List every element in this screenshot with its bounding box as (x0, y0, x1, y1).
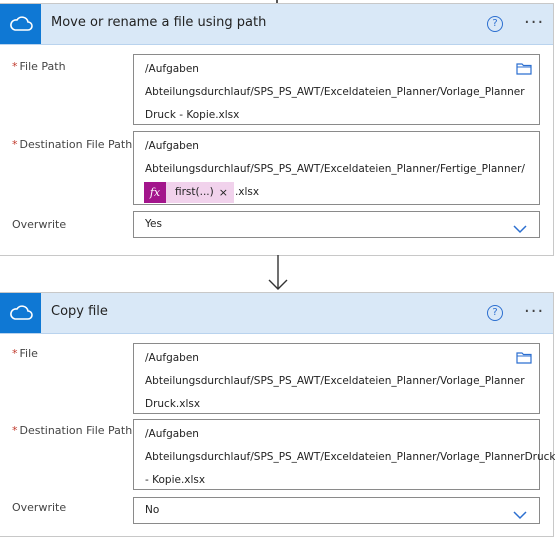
more-options-icon[interactable]: ··· (524, 301, 544, 322)
file-label: * File (12, 347, 38, 360)
overwrite-label: Overwrite (12, 501, 67, 514)
destination-path-input[interactable]: /Aufgaben Abteilungsdurchlauf/SPS_PS_AWT… (133, 419, 555, 490)
file-line: Druck.xlsx (145, 398, 201, 410)
card-title: Copy file (51, 304, 108, 319)
move-rename-card: Move or rename a file using path ? ··· *… (0, 3, 554, 256)
dest-path-line: /Aufgaben (145, 140, 199, 152)
file-path-line: Druck - Kopie.xlsx (145, 109, 240, 121)
file-line: Abteilungsdurchlauf/SPS_PS_AWT/Exceldate… (145, 375, 525, 387)
chevron-down-icon[interactable] (513, 505, 527, 530)
folder-icon[interactable] (516, 350, 532, 373)
file-path-line: /Aufgaben (145, 63, 199, 75)
onedrive-cloud-icon (0, 293, 41, 333)
file-path-label: * File Path (12, 60, 66, 73)
card-header[interactable]: Move or rename a file using path ? ··· (0, 4, 553, 45)
chevron-down-icon[interactable] (513, 219, 527, 244)
onedrive-cloud-icon (0, 4, 41, 44)
fx-icon: fx (144, 181, 166, 203)
down-arrow-icon (264, 255, 292, 295)
destination-path-label: * Destination File Path (12, 138, 133, 151)
file-path-line: Abteilungsdurchlauf/SPS_PS_AWT/Exceldate… (145, 86, 525, 98)
more-options-icon[interactable]: ··· (524, 12, 544, 33)
file-input[interactable]: /Aufgaben Abteilungsdurchlauf/SPS_PS_AWT… (133, 343, 540, 414)
destination-path-label: * Destination File Path (12, 424, 133, 437)
overwrite-label: Overwrite (12, 218, 67, 231)
folder-icon[interactable] (516, 61, 532, 84)
file-path-input[interactable]: /Aufgaben Abteilungsdurchlauf/SPS_PS_AWT… (133, 54, 540, 125)
dest-path-line: /Aufgaben (145, 428, 199, 440)
copy-file-card: Copy file ? ··· * File /Aufgaben Abteilun… (0, 292, 555, 537)
overwrite-select[interactable]: No (133, 497, 540, 524)
overwrite-value: No (145, 504, 160, 516)
file-line: /Aufgaben (145, 352, 199, 364)
token-label: first(...) (175, 185, 214, 198)
overwrite-value: Yes (145, 218, 162, 230)
help-icon[interactable]: ? (487, 305, 503, 321)
expression-token[interactable]: fx first(...) × (144, 181, 234, 204)
overwrite-select[interactable]: Yes (133, 211, 540, 238)
card-header[interactable]: Copy file ? ··· (0, 293, 553, 334)
token-remove-icon[interactable]: × (219, 181, 234, 204)
dest-path-line: Abteilungsdurchlauf/SPS_PS_AWT/Exceldate… (145, 163, 525, 175)
dest-path-line: Abteilungsdurchlauf/SPS_PS_AWT/Exceldate… (145, 451, 555, 463)
help-icon[interactable]: ? (487, 16, 503, 32)
dest-token-line: fx first(...) × .xlsx (144, 181, 528, 204)
dest-suffix: .xlsx (234, 186, 260, 198)
dest-path-line: - Kopie.xlsx (145, 474, 206, 486)
card-title: Move or rename a file using path (51, 15, 267, 30)
destination-path-input[interactable]: /Aufgaben Abteilungsdurchlauf/SPS_PS_AWT… (133, 131, 540, 205)
